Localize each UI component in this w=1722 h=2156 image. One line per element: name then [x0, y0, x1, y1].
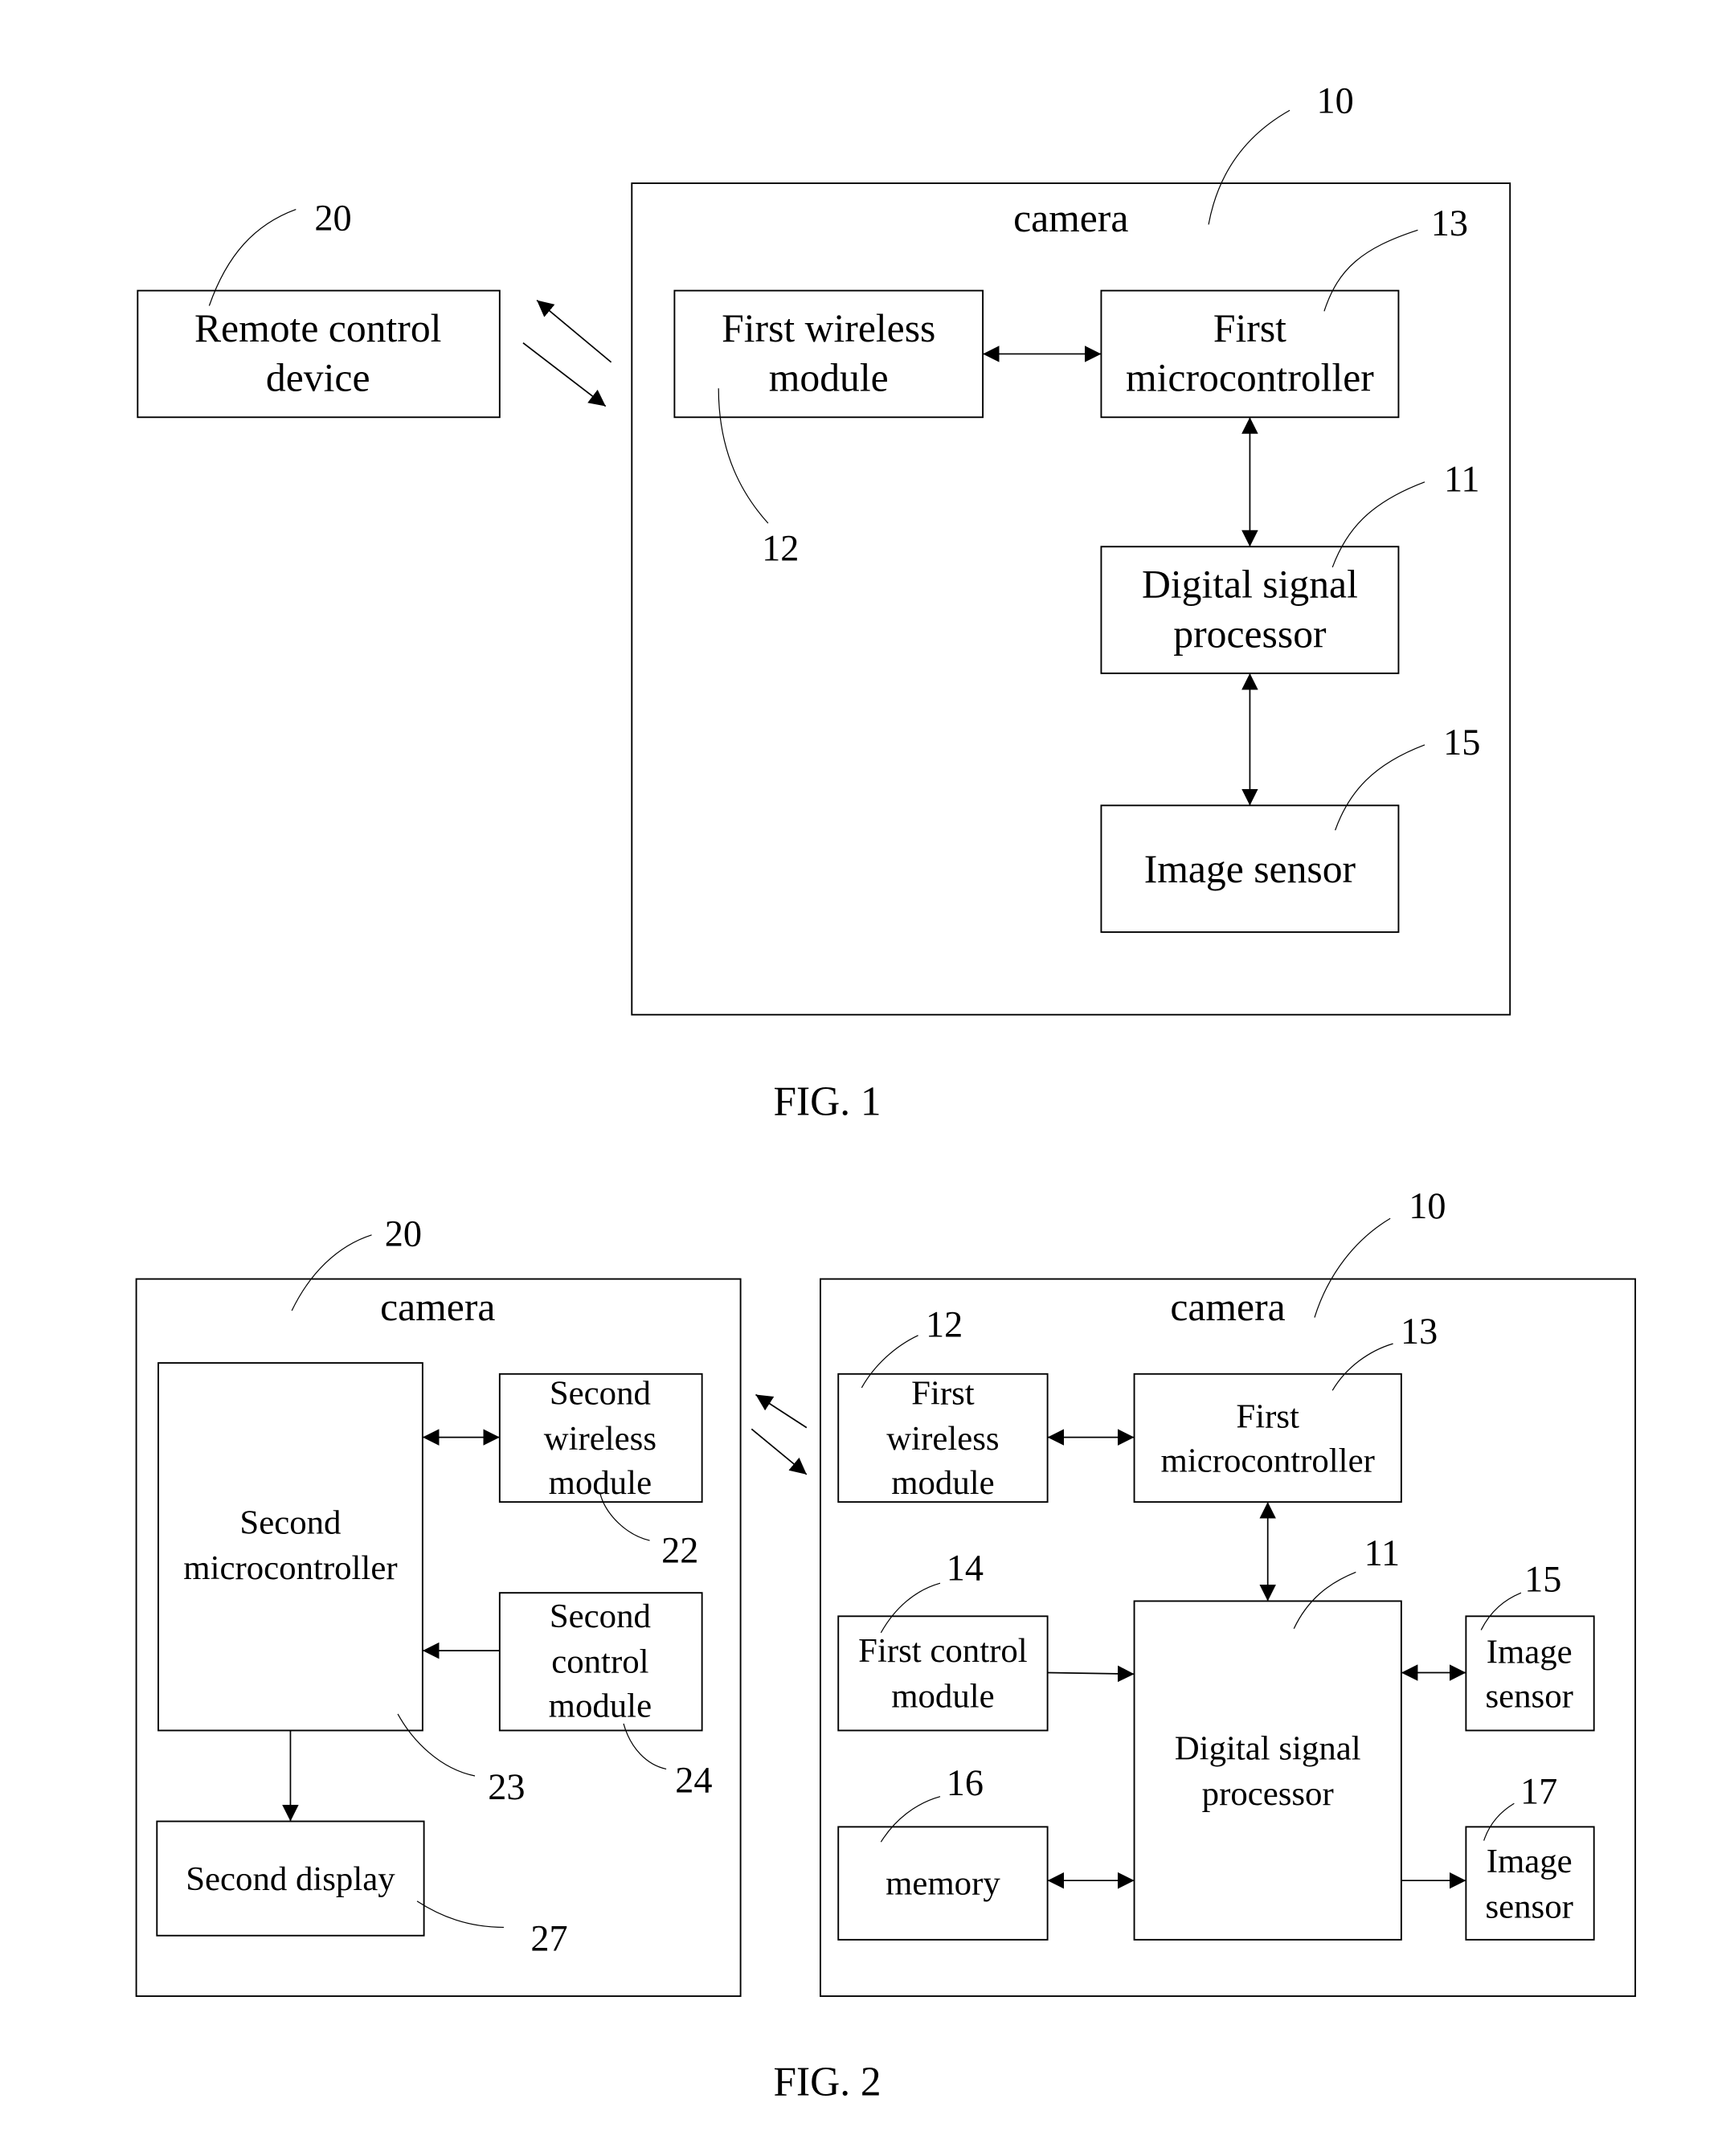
ref-number-27: 27 [530, 1919, 567, 1960]
ref-number-24: 24 [675, 1761, 712, 1802]
ref-number-22: 22 [661, 1530, 698, 1571]
ref-number-12b: 12 [926, 1305, 963, 1346]
fig2: camera 20 Second microcontroller 23 Seco… [135, 1186, 1637, 2105]
second-wireless-label-line3: module [549, 1464, 652, 1502]
dsp2-label-line1: Digital signal [1175, 1729, 1361, 1767]
ref-number-16: 16 [947, 1763, 984, 1804]
first-mcu-label-line2: microcontroller [1126, 356, 1374, 400]
ref-number-23: 23 [488, 1767, 525, 1808]
first-mcu-label-line1: First [1213, 306, 1286, 350]
wireless-link-arrow-to-camera [522, 342, 607, 407]
ref-number-17: 17 [1520, 1771, 1557, 1812]
fig2-caption: FIG. 2 [773, 2059, 881, 2105]
ref-number-11: 11 [1444, 460, 1480, 501]
dsp2-label-line2: processor [1202, 1775, 1334, 1813]
dsp-label-line1: Digital signal [1142, 563, 1358, 607]
patent-figures: Remote control device 20 camera 10 First… [135, 81, 1637, 2105]
remote-control-device-block: Remote control device 20 [137, 198, 501, 419]
first-control-label-line2: module [891, 1677, 994, 1715]
image-sensor-17-label-line2: sensor [1485, 1888, 1573, 1925]
second-wireless-label-line1: Second [550, 1374, 651, 1412]
second-control-label-line2: control [551, 1643, 648, 1681]
ref-number-13b: 13 [1401, 1311, 1438, 1352]
first-mcu2-label-line2: microcontroller [1161, 1442, 1375, 1479]
ref-number-15b: 15 [1524, 1559, 1561, 1600]
first-mcu2-label-line1: First [1236, 1398, 1299, 1436]
wireless-link-arrow-to-first-camera [751, 1428, 808, 1475]
image-sensor-label: Image sensor [1144, 847, 1356, 891]
second-control-label-line1: Second [550, 1598, 651, 1635]
image-sensor-15-label-line1: Image [1487, 1634, 1573, 1671]
image-sensor-15-label-line2: sensor [1485, 1677, 1573, 1715]
wireless-link-arrow-to-second-camera [755, 1393, 808, 1429]
ref-number-10b: 10 [1409, 1186, 1446, 1227]
remote-label-line2: device [266, 356, 370, 400]
second-display-label: Second display [186, 1860, 395, 1898]
image-sensor-17-label-line1: Image [1487, 1843, 1573, 1880]
camera-title: camera [1013, 196, 1128, 240]
ref-number-10: 10 [1317, 81, 1354, 122]
ref-number-14: 14 [947, 1548, 984, 1589]
ref-number-15: 15 [1443, 722, 1480, 763]
ref-number-13: 13 [1431, 203, 1468, 244]
remote-label-line1: Remote control [194, 306, 442, 350]
first-wireless2-label-line3: module [891, 1464, 994, 1502]
ref-number-11b: 11 [1364, 1533, 1401, 1574]
first-control-label-line1: First control [858, 1632, 1028, 1670]
fig1-caption: FIG. 1 [773, 1079, 881, 1125]
wireless-link-arrow-to-remote [536, 299, 612, 363]
dsp-label-line2: processor [1173, 612, 1327, 656]
ref-number-12: 12 [762, 528, 799, 569]
fig1: Remote control device 20 camera 10 First… [137, 81, 1511, 1125]
second-wireless-label-line2: wireless [544, 1420, 656, 1458]
second-camera-title: camera [380, 1285, 495, 1329]
first-wireless2-label-line2: wireless [886, 1420, 999, 1458]
ref-number-20b: 20 [385, 1213, 422, 1254]
first-wireless-label-line1: First wireless [722, 306, 935, 350]
second-mcu-label-line2: microcontroller [183, 1549, 397, 1587]
second-mcu-label-line1: Second [239, 1504, 341, 1542]
first-wireless2-label-line1: First [911, 1374, 975, 1412]
ref-number-20: 20 [314, 198, 351, 239]
memory-label: memory [886, 1864, 1000, 1902]
first-camera-title: camera [1170, 1285, 1285, 1329]
first-wireless-label-line2: module [769, 356, 889, 400]
second-control-label-line3: module [549, 1687, 652, 1724]
